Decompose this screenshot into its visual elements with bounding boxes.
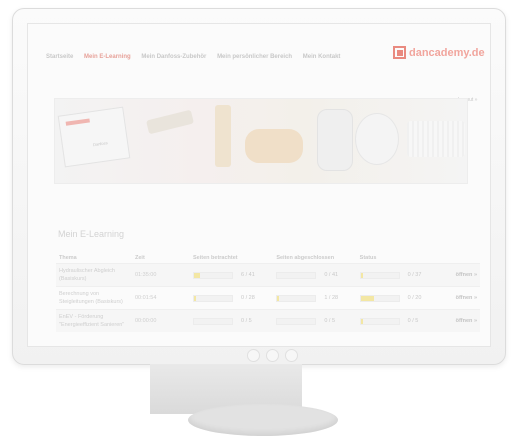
viewed-progress-fill [194, 272, 200, 278]
table-row: EnEV - Förderung "Energieeffizient Sanie… [56, 309, 480, 332]
completed-count: 0 / 5 [324, 318, 336, 324]
course-time: 01:35:00 [132, 263, 190, 287]
completed-progress-bar [276, 317, 317, 325]
open-course-link[interactable]: öffnen » [440, 286, 480, 310]
completed-progress-bar [276, 294, 317, 302]
nav-item-e-learning[interactable]: Mein E-Learning [84, 54, 131, 60]
course-topic: EnEV - Förderung "Energieeffizient Sanie… [56, 309, 132, 332]
col-seiten-betrachtet: Seiten betrachtet [193, 255, 238, 261]
viewed-progress-bar [193, 271, 233, 279]
calculator-disc-image [407, 121, 465, 157]
status-cell: 0 / 37 [356, 263, 440, 287]
status-progress-bar [359, 271, 400, 279]
completed-progress-fill [277, 295, 279, 301]
open-course-link[interactable]: öffnen » [440, 309, 480, 332]
browser-screen: Startseite Mein E-Learning Mein Danfoss-… [27, 23, 491, 347]
logo-text: dancademy.de [409, 46, 485, 59]
completed-cell: 0 / 5 [273, 309, 357, 332]
completed-progress-bar [276, 271, 317, 279]
completed-count: 1 / 28 [324, 295, 339, 301]
nav-item-persoenlicher-bereich[interactable]: Mein persönlicher Bereich [217, 54, 292, 60]
page-title: Mein E-Learning [58, 229, 125, 239]
pipe-fitting-image [215, 105, 231, 167]
viewed-count: 0 / 5 [241, 318, 252, 324]
completed-cell: 1 / 28 [273, 286, 357, 310]
col-zeit: Zeit [135, 255, 145, 261]
status-progress-bar [359, 294, 400, 302]
completed-count: 0 / 41 [324, 272, 339, 278]
course-time: 00:00:00 [132, 309, 190, 332]
status-cell: 0 / 5 [356, 309, 440, 332]
viewed-progress-bar [193, 317, 233, 325]
viewed-cell: 0 / 5 [190, 309, 274, 332]
monitor-button[interactable] [285, 349, 298, 362]
viewed-count: 6 / 41 [241, 272, 255, 278]
status-progress-fill [360, 295, 374, 301]
viewed-count: 0 / 28 [241, 295, 255, 301]
status-progress-fill [360, 318, 363, 324]
status-cell: 0 / 20 [356, 286, 440, 310]
logo-mark-icon [393, 46, 406, 59]
monitor-stand-base [188, 404, 338, 436]
completed-cell: 0 / 41 [273, 263, 357, 287]
nav-item-kontakt[interactable]: Mein Kontakt [303, 54, 341, 60]
courses-table: Thema Zeit Seiten betrachtet Seiten abge… [56, 253, 480, 332]
valve-image [145, 109, 195, 135]
thermostat-body-image [317, 109, 353, 171]
table-row: Hydraulischer Abgleich (Basiskurs) 01:35… [56, 263, 480, 287]
status-count: 0 / 5 [407, 318, 419, 324]
table-header-row: Thema Zeit Seiten betrachtet Seiten abge… [56, 253, 480, 264]
dancademy-logo[interactable]: dancademy.de [393, 46, 485, 59]
viewed-progress-bar [193, 294, 233, 302]
status-progress-fill [360, 272, 363, 278]
brass-valve-image [245, 129, 303, 163]
nav-item-zubehoer[interactable]: Mein Danfoss-Zubehör [141, 54, 206, 60]
viewed-cell: 6 / 41 [190, 263, 274, 287]
course-time: 00:01:54 [132, 286, 190, 310]
col-action [440, 253, 480, 264]
monitor-bezel: Startseite Mein E-Learning Mein Danfoss-… [12, 8, 506, 365]
monitor-button[interactable] [266, 349, 279, 362]
col-seiten-abgeschlossen: Seiten abgeschlossen [276, 255, 335, 261]
brochure-brand-stripe [65, 118, 90, 126]
col-status: Status [359, 255, 377, 261]
brochure-image: Danfoss [57, 106, 131, 168]
viewed-progress-fill [194, 295, 196, 301]
status-count: 0 / 20 [407, 295, 422, 301]
status-count: 0 / 37 [407, 272, 422, 278]
open-course-link[interactable]: öffnen » [440, 263, 480, 287]
col-thema: Thema [59, 255, 77, 261]
table-row: Berechnung von Steigleitungen (Basiskurs… [56, 286, 480, 310]
main-nav: Startseite Mein E-Learning Mein Danfoss-… [46, 54, 349, 60]
brochure-title: Danfoss [92, 140, 108, 148]
monitor-button[interactable] [247, 349, 260, 362]
nav-item-startseite[interactable]: Startseite [46, 54, 73, 60]
thermostat-knob-image [355, 113, 399, 165]
status-progress-bar [359, 317, 400, 325]
viewed-cell: 0 / 28 [190, 286, 274, 310]
hero-banner: Danfoss [54, 98, 468, 184]
course-topic: Hydraulischer Abgleich (Basiskurs) [56, 263, 132, 287]
course-topic: Berechnung von Steigleitungen (Basiskurs… [56, 286, 132, 310]
